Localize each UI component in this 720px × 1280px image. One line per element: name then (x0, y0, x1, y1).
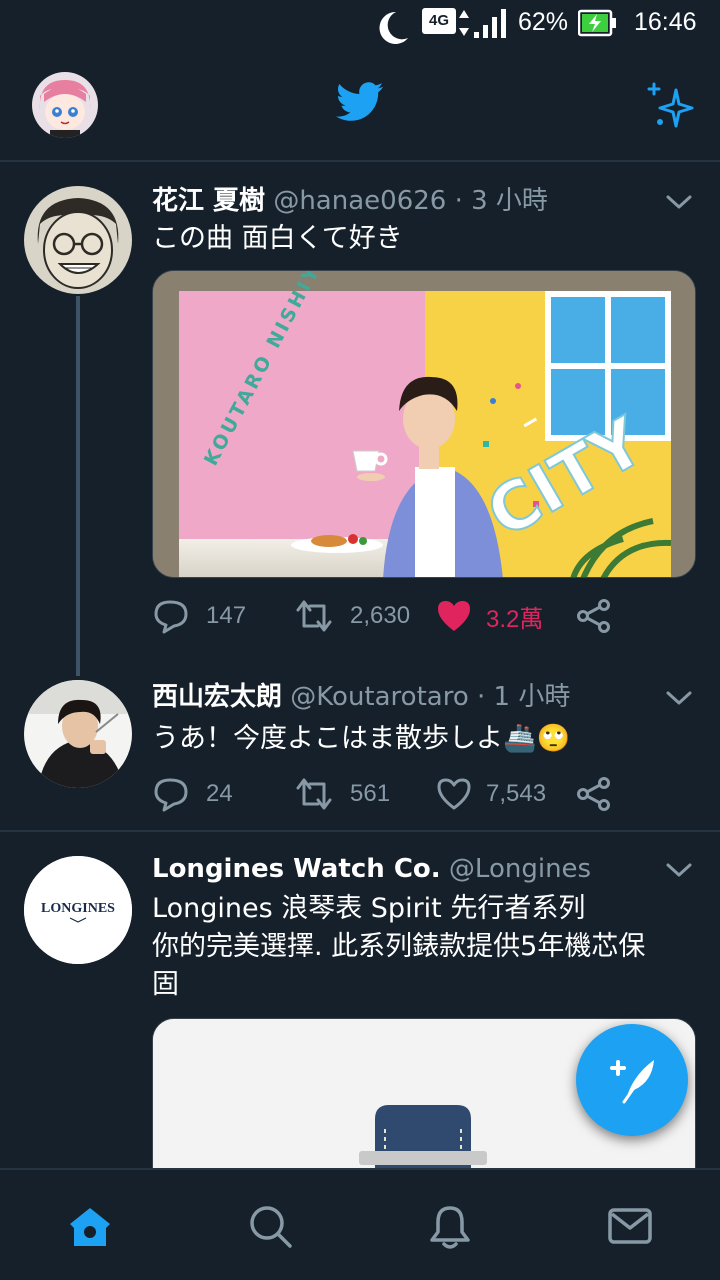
search-icon (250, 1206, 292, 1248)
network-type: 4G (422, 8, 456, 34)
tweet-author-handle: @Koutarotaro (290, 682, 469, 712)
like-button[interactable]: 3.2萬 (436, 596, 543, 636)
longines-logo-text: LONGINES (41, 901, 115, 916)
chevron-down-icon[interactable] (664, 192, 694, 212)
separator-dot: · (477, 682, 486, 712)
notifications-icon (430, 1206, 470, 1249)
like-button[interactable]: 7,543 (436, 774, 546, 814)
tweet-time: 3 小時 (471, 186, 548, 216)
compose-tweet-button[interactable] (576, 1024, 688, 1136)
tweet-text-line: Longines 浪琴表 Spirit 先行者系列 (152, 893, 586, 924)
tweet-actions: 147 2,630 3.2萬 (152, 596, 622, 636)
heart-filled-icon (438, 601, 470, 631)
nav-messages[interactable] (606, 1202, 654, 1250)
chevron-down-icon[interactable] (664, 688, 694, 708)
reply-icon (154, 778, 188, 812)
avatar-hanae[interactable] (24, 186, 132, 294)
retweet-button[interactable]: 561 (292, 774, 390, 814)
chevron-down-icon[interactable] (664, 860, 694, 880)
reply-button[interactable]: 147 (152, 596, 246, 636)
tweet-actions: 24 561 7,543 (152, 774, 622, 814)
tweet-text: この曲 面白くて好き (152, 223, 403, 254)
tweet-koutaro[interactable]: 西山宏太朗 @Koutarotaro · 1 小時 うあ！今度よこはま散歩しよ🚢… (0, 668, 720, 832)
tweet-text: うあ！今度よこはま散歩しよ🚢🙄 (152, 723, 571, 754)
reply-count: 24 (206, 780, 233, 807)
app-header (0, 52, 720, 162)
thread-line (76, 296, 80, 676)
nav-notifications[interactable] (426, 1202, 474, 1250)
tweet-author-name[interactable]: Longines Watch Co. (152, 854, 441, 884)
share-button[interactable] (576, 774, 612, 814)
battery-charging-icon (578, 9, 616, 37)
reply-count: 147 (206, 602, 247, 629)
share-button[interactable] (576, 596, 612, 636)
tweet-author-name[interactable]: 花江 夏樹 (152, 186, 265, 216)
clock: 16:46 (634, 8, 697, 36)
tweet-author-handle: @hanae0626 (273, 186, 447, 216)
like-count: 7,543 (486, 780, 547, 807)
bottom-navigation (0, 1168, 720, 1280)
tweet-text-line: 固 (152, 969, 179, 1000)
retweet-button[interactable]: 2,630 (292, 596, 410, 636)
twitter-bird-icon (336, 82, 384, 121)
tweet-media-image[interactable]: KOUTARO NISHIYAMA CITY (152, 270, 696, 578)
status-bar: 4G 62% 16:46 (0, 0, 720, 52)
tweet-hanae[interactable]: 花江 夏樹 @hanae0626 · 3 小時 この曲 面白くて好き CITY … (0, 164, 720, 676)
tweet-text: Longines 浪琴表 Spirit 先行者系列 你的完美選擇. 此系列錶款提… (152, 890, 700, 1004)
share-icon (577, 599, 610, 633)
signal-icon (474, 9, 506, 38)
reply-icon (154, 600, 188, 634)
tweet-author-handle: @Longines (448, 854, 592, 884)
retweet-count: 561 (350, 780, 391, 807)
data-arrows-icon (459, 10, 469, 36)
heart-outline-icon (437, 778, 471, 810)
avatar-longines[interactable]: LONGINES (24, 856, 132, 964)
compose-feather-icon (610, 1060, 654, 1104)
timeline[interactable]: 花江 夏樹 @hanae0626 · 3 小時 この曲 面白くて好き CITY … (0, 164, 720, 1168)
retweet-icon (296, 778, 332, 810)
separator-dot: · (454, 186, 463, 216)
avatar-koutaro[interactable] (24, 680, 132, 788)
sparkle-icon[interactable] (646, 80, 696, 130)
tweet-author-name[interactable]: 西山宏太朗 (152, 682, 282, 712)
messages-icon (608, 1208, 652, 1244)
like-count: 3.2萬 (486, 605, 544, 633)
tweet-text-line: 你的完美選擇. 此系列錶款提供5年機芯保 (152, 931, 646, 962)
reply-button[interactable]: 24 (152, 774, 233, 814)
nav-search[interactable] (246, 1202, 294, 1250)
nav-home[interactable] (66, 1202, 114, 1250)
battery-percent: 62% (518, 8, 569, 36)
retweet-icon (296, 600, 332, 632)
tweet-time: 1 小時 (493, 682, 571, 712)
profile-avatar[interactable] (32, 72, 98, 138)
share-icon (577, 777, 610, 811)
home-icon (70, 1208, 110, 1246)
moon-icon (379, 11, 408, 44)
retweet-count: 2,630 (350, 602, 411, 629)
